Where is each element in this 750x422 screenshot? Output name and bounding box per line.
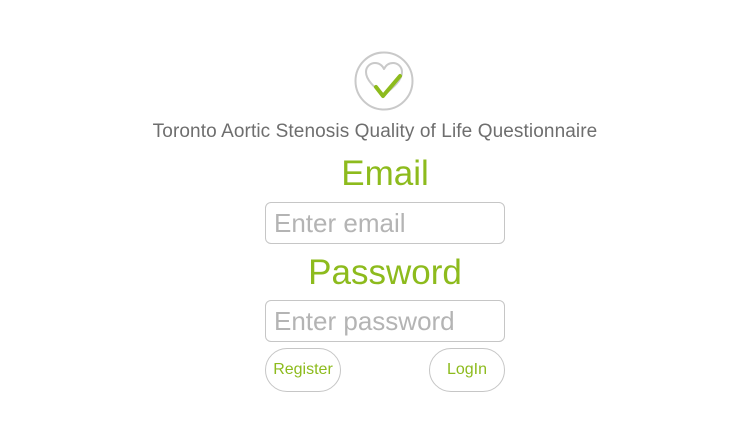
password-input[interactable] xyxy=(265,300,505,342)
password-label: Password xyxy=(308,253,462,292)
heart-check-icon xyxy=(354,51,414,111)
app-logo xyxy=(354,51,414,111)
email-input[interactable] xyxy=(265,202,505,244)
register-button[interactable]: Register xyxy=(265,348,341,392)
app-title: Toronto Aortic Stenosis Quality of Life … xyxy=(152,121,598,142)
email-label: Email xyxy=(341,154,429,193)
login-button[interactable]: LogIn xyxy=(429,348,505,392)
